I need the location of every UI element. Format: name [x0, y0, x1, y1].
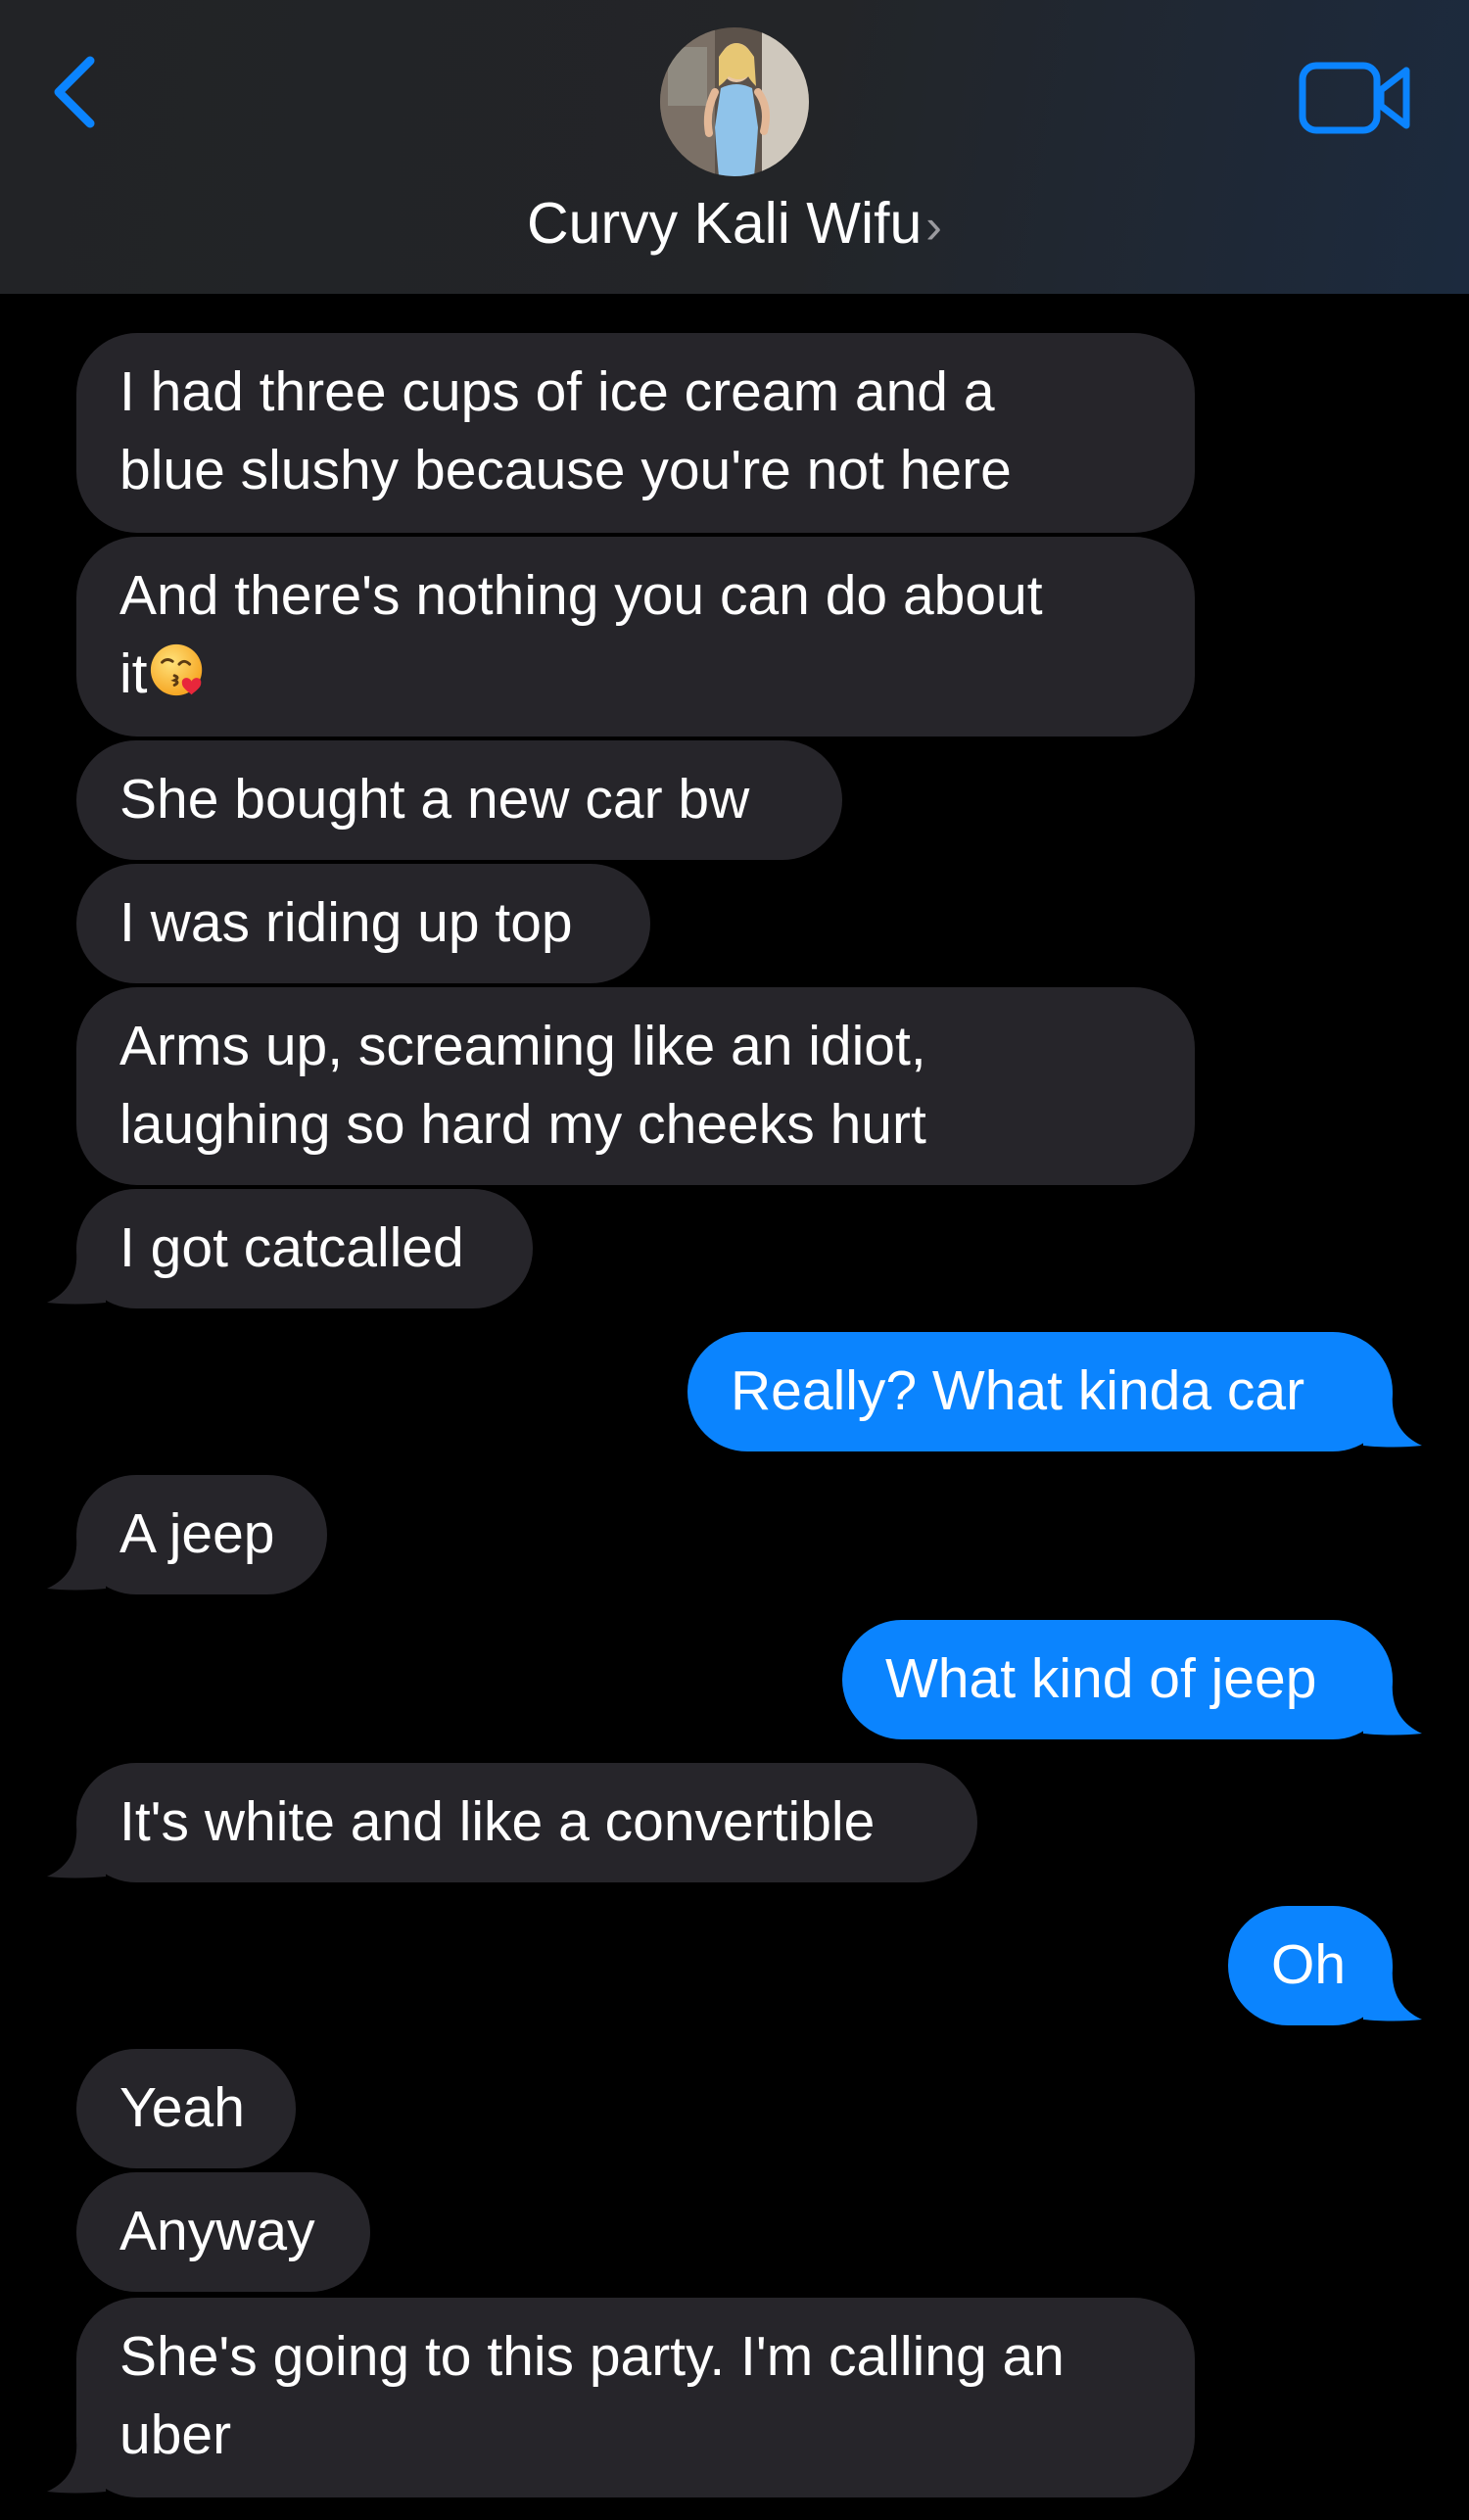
message-text-line: I got catcalled [119, 1216, 464, 1279]
bubble-tail-incoming [47, 1536, 106, 1591]
bubble-tail-incoming [47, 1824, 106, 1878]
message-text-line: I was riding up top [119, 891, 573, 954]
bubble-tail-incoming [47, 1250, 106, 1305]
message-bubble-outgoing[interactable]: Really? What kinda car [687, 1332, 1393, 1451]
bubble-tail-outgoing [1363, 1681, 1422, 1735]
message-bubble-incoming[interactable]: Yeah [76, 2049, 296, 2168]
message-text-line: She bought a new car bw [119, 768, 750, 831]
message-list: I had three cups of ice cream and a blue… [0, 0, 1469, 2520]
message-text-line: it [119, 642, 148, 705]
contact-photo [660, 27, 809, 176]
message-text-line: What kind of jeep [885, 1647, 1317, 1710]
message-text-line: Yeah [119, 2076, 245, 2139]
contact-avatar[interactable] [660, 27, 809, 176]
message-text-line: Oh [1271, 1933, 1347, 1996]
message-text-line: She's going to this party. I'm calling a… [119, 2325, 1065, 2388]
message-bubble-incoming[interactable]: A jeep [76, 1475, 327, 1594]
face-blowing-kiss-emoji-icon [150, 643, 202, 696]
contact-name: Curvy Kali Wifu [527, 191, 923, 256]
message-bubble-incoming[interactable]: It's white and like a convertible [76, 1763, 977, 1882]
message-text-line: Anyway [119, 2200, 315, 2262]
video-call-button[interactable] [1299, 61, 1412, 135]
bubble-tail-incoming [47, 2439, 106, 2494]
chevron-right-icon: › [925, 199, 942, 254]
bubble-tail-outgoing [1363, 1967, 1422, 2021]
message-bubble-incoming[interactable]: I was riding up top [76, 864, 650, 983]
message-text-line: I had three cups of ice cream and a [119, 360, 995, 423]
back-button[interactable] [47, 51, 106, 133]
conversation-header: Curvy Kali Wifu› [0, 0, 1469, 294]
message-text-line: And there's nothing you can do about [119, 564, 1043, 627]
message-bubble-incoming[interactable]: I had three cups of ice cream and a blue… [76, 333, 1195, 533]
bubble-tail-outgoing [1363, 1393, 1422, 1448]
message-text-line: laughing so hard my cheeks hurt [119, 1093, 926, 1156]
message-text-line: uber [119, 2403, 232, 2466]
message-text-line: Arms up, screaming like an idiot, [119, 1015, 926, 1077]
message-bubble-outgoing[interactable]: What kind of jeep [842, 1620, 1393, 1739]
message-text-line: Really? What kinda car [731, 1359, 1305, 1422]
message-text-line: A jeep [119, 1502, 275, 1565]
message-bubble-incoming[interactable]: And there's nothing you can do about it [76, 537, 1195, 737]
message-text-line: It's white and like a convertible [119, 1790, 876, 1853]
message-bubble-incoming[interactable]: She's going to this party. I'm calling a… [76, 2298, 1195, 2497]
message-bubble-incoming[interactable]: I got catcalled [76, 1189, 533, 1308]
message-bubble-incoming[interactable]: Anyway [76, 2172, 370, 2292]
chevron-left-icon [54, 56, 95, 128]
message-text-line: blue slushy because you're not here [119, 439, 1012, 501]
message-bubble-incoming[interactable]: Arms up, screaming like an idiot, laughi… [76, 987, 1195, 1185]
message-bubble-incoming[interactable]: She bought a new car bw [76, 740, 842, 860]
contact-name-button[interactable]: Curvy Kali Wifu› [0, 184, 1469, 265]
video-camera-icon [1299, 62, 1410, 134]
